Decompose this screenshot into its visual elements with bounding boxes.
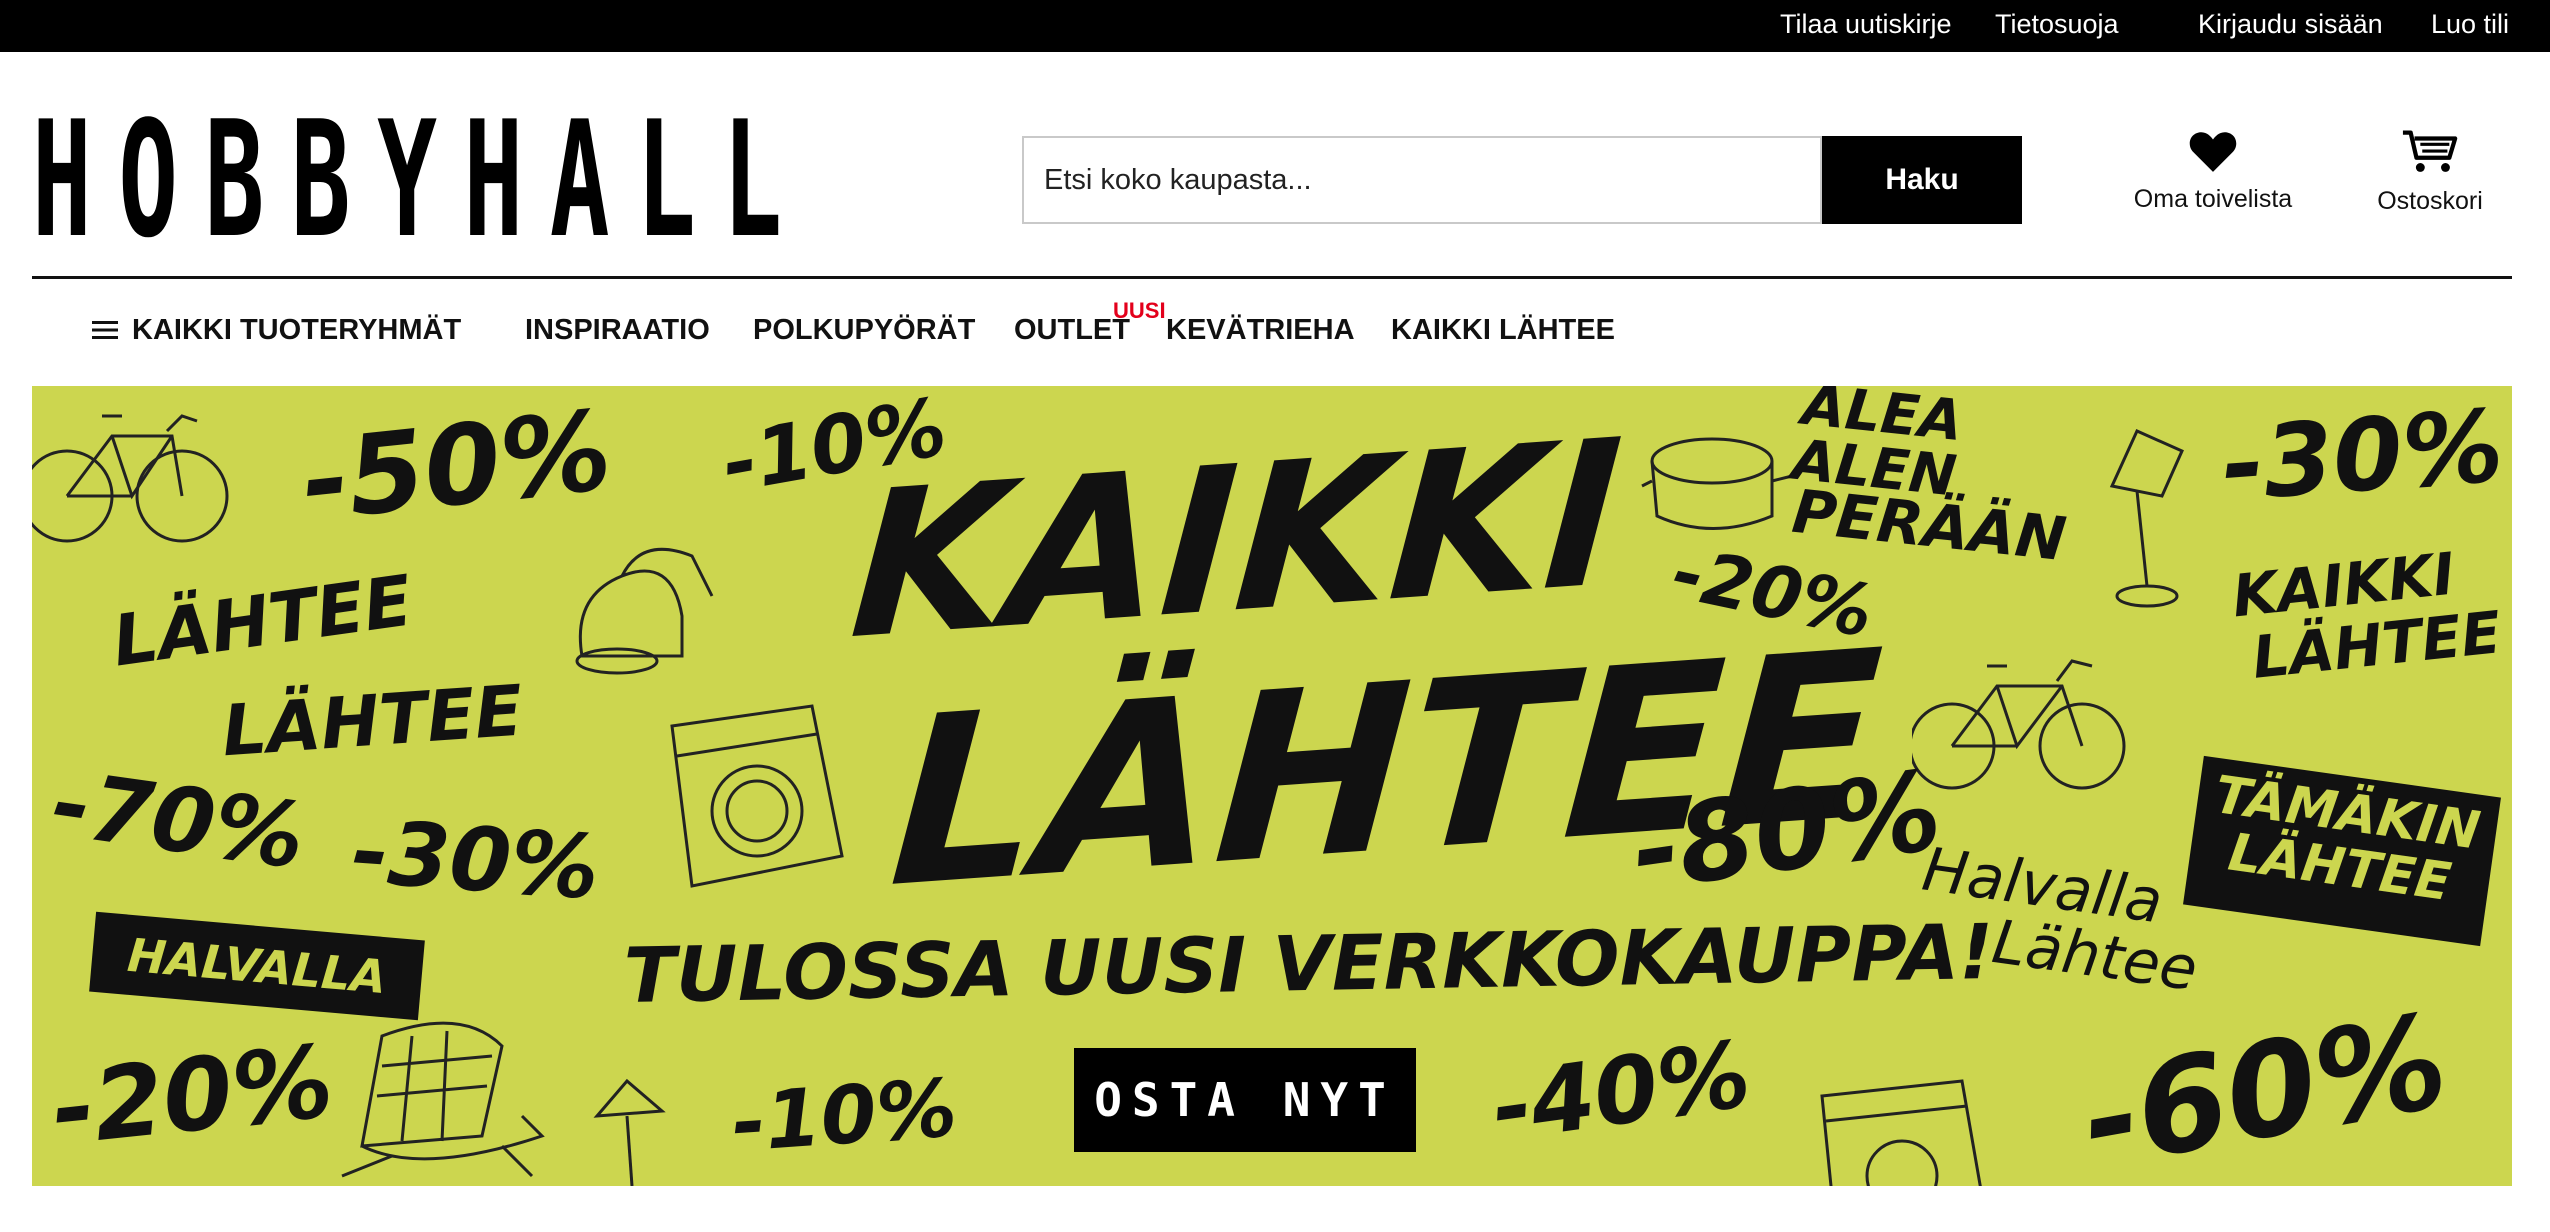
nav-inspiration[interactable]: INSPIRAATIO bbox=[525, 314, 710, 347]
discount-label: -60% bbox=[2071, 984, 2458, 1186]
nav-all-categories[interactable]: KAIKKI TUOTERYHMÄT bbox=[92, 314, 461, 347]
pot-illustration bbox=[1641, 437, 1793, 530]
logo-letter: H bbox=[463, 86, 524, 273]
lamp-illustration bbox=[2109, 429, 2184, 608]
cart-button[interactable]: Ostoskori bbox=[2372, 128, 2488, 216]
discount-label: -30% bbox=[2218, 387, 2507, 524]
privacy-link[interactable]: Tietosuoja bbox=[1995, 9, 2119, 40]
logo[interactable]: H O B B Y H A L L bbox=[32, 86, 783, 273]
logo-letter: Y bbox=[377, 86, 437, 273]
banner-text: PERÄÄN bbox=[1789, 476, 2070, 576]
logo-letter: A bbox=[549, 86, 610, 273]
menu-icon bbox=[92, 321, 118, 339]
logo-letter: B bbox=[204, 86, 265, 273]
header-divider bbox=[32, 276, 2512, 279]
nav-clearance[interactable]: KAIKKI LÄHTEE bbox=[1391, 314, 1615, 347]
discount-label: -70% bbox=[45, 750, 311, 891]
vacuum-illustration bbox=[575, 547, 714, 675]
washing-machine-illustration bbox=[1820, 1079, 1982, 1186]
nav-spring-sale[interactable]: KEVÄTRIEHA bbox=[1166, 314, 1355, 347]
register-link[interactable]: Luo tili bbox=[2431, 9, 2509, 40]
top-bar: Tilaa uutiskirje Tietosuoja Kirjaudu sis… bbox=[0, 0, 2550, 52]
cart-label: Ostoskori bbox=[2377, 187, 2483, 215]
bicycle-illustration bbox=[32, 414, 229, 543]
logo-letter: L bbox=[636, 86, 696, 273]
logo-letter: H bbox=[32, 86, 92, 273]
halvalla-sticker: HALVALLA bbox=[89, 911, 425, 1021]
banner-text: LÄHTEE bbox=[219, 669, 526, 773]
discount-label: -10% bbox=[728, 1061, 960, 1170]
washing-machine-illustration bbox=[670, 704, 844, 888]
lamp-illustration bbox=[593, 1078, 666, 1186]
wishlist-button[interactable]: Oma toivelista bbox=[2128, 128, 2298, 214]
discount-label: -30% bbox=[348, 799, 603, 920]
discount-label: -50% bbox=[296, 386, 617, 546]
logo-letter: B bbox=[290, 86, 351, 273]
logo-letter: L bbox=[722, 86, 783, 273]
nav-label: KAIKKI TUOTERYHMÄT bbox=[132, 314, 462, 346]
discount-label: -20% bbox=[46, 1022, 339, 1169]
search-button[interactable]: Haku bbox=[1822, 136, 2022, 224]
newsletter-link[interactable]: Tilaa uutiskirje bbox=[1780, 9, 1952, 40]
wishlist-label: Oma toivelista bbox=[2133, 185, 2293, 213]
tamakin-sticker: TÄMÄKIN LÄHTEE bbox=[2183, 755, 2501, 947]
logo-letter: O bbox=[118, 86, 179, 273]
armchair-illustration bbox=[341, 1021, 545, 1178]
bicycle-illustration bbox=[1912, 659, 2126, 790]
nav-bicycles[interactable]: POLKUPYÖRÄT bbox=[753, 314, 975, 347]
banner-text: Lähtee bbox=[1988, 907, 2202, 1005]
new-badge: UUSI bbox=[1113, 298, 1166, 323]
login-link[interactable]: Kirjaudu sisään bbox=[2198, 9, 2383, 40]
discount-label: -40% bbox=[1485, 1020, 1757, 1163]
search-input[interactable] bbox=[1022, 136, 1822, 224]
banner-text: LÄHTEE bbox=[107, 559, 417, 683]
heart-icon bbox=[2189, 132, 2237, 172]
subline: TULOSSA UUSI VERKKOKAUPPA! bbox=[623, 907, 1995, 1020]
shop-now-button[interactable]: OSTA NYT bbox=[1074, 1048, 1416, 1152]
cart-icon bbox=[2402, 130, 2458, 172]
